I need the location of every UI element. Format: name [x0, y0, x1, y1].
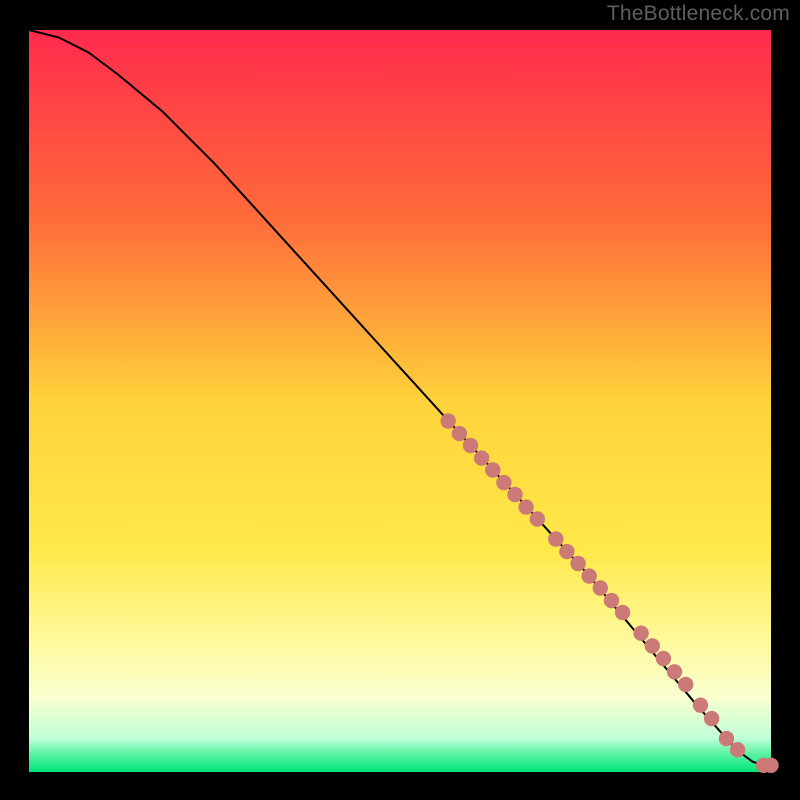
data-point	[656, 651, 670, 665]
data-point	[486, 463, 500, 477]
data-point	[497, 475, 511, 489]
data-point	[549, 532, 563, 546]
data-point	[604, 593, 618, 607]
data-point	[645, 639, 659, 653]
data-point	[593, 581, 607, 595]
data-point	[441, 414, 455, 428]
data-point	[667, 665, 681, 679]
chart-frame: { "watermark": "TheBottleneck.com", "col…	[0, 0, 800, 800]
data-point	[764, 758, 778, 772]
watermark-text: TheBottleneck.com	[607, 2, 790, 26]
chart-svg	[0, 0, 800, 800]
data-point	[474, 451, 488, 465]
data-point	[615, 605, 629, 619]
data-point	[693, 698, 707, 712]
data-point	[571, 556, 585, 570]
data-point	[704, 711, 718, 725]
data-point	[452, 426, 466, 440]
data-point	[634, 626, 648, 640]
data-point	[530, 512, 544, 526]
data-point	[582, 569, 596, 583]
data-point	[719, 731, 733, 745]
data-point	[508, 487, 522, 501]
data-point	[560, 544, 574, 558]
data-point	[730, 743, 744, 757]
data-point	[519, 500, 533, 514]
data-point	[463, 438, 477, 452]
data-point	[679, 677, 693, 691]
